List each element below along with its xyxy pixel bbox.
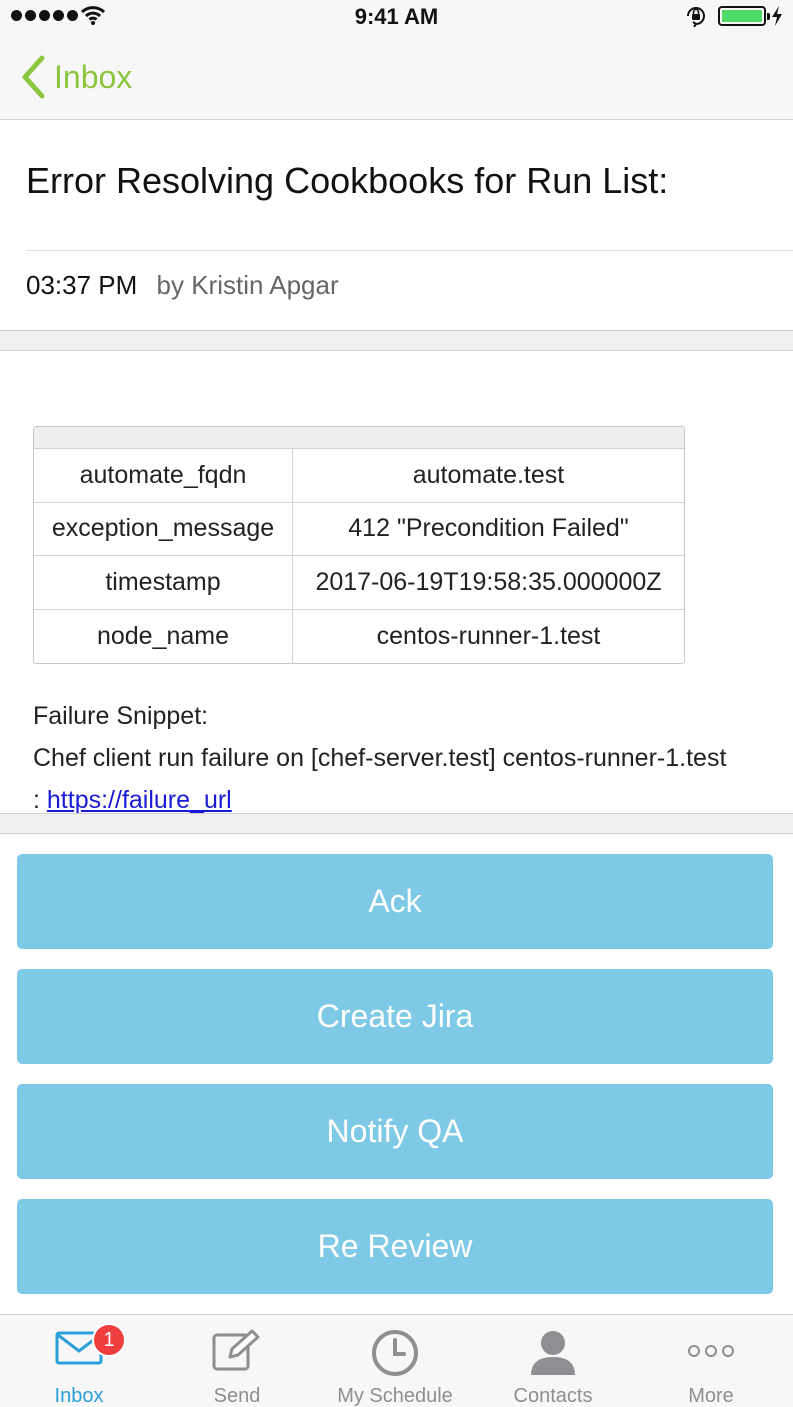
snippet-heading: Failure Snippet: bbox=[33, 702, 209, 730]
divider bbox=[26, 250, 793, 251]
tab-my-schedule[interactable]: My Schedule bbox=[316, 1315, 474, 1407]
more-icon bbox=[688, 1345, 734, 1357]
table-cell-key: timestamp bbox=[34, 556, 293, 609]
back-button[interactable]: Inbox bbox=[20, 54, 132, 100]
tab-label: Inbox bbox=[54, 1385, 104, 1407]
charging-icon bbox=[772, 6, 782, 26]
message-time: 03:37 PM bbox=[26, 270, 138, 300]
compose-icon bbox=[212, 1329, 260, 1371]
tab-label: Send bbox=[213, 1385, 261, 1407]
table-row: automate_fqdn automate.test bbox=[34, 449, 684, 503]
snippet-body: Chef client run failure on [chef-server.… bbox=[33, 737, 733, 821]
table-cell-key: exception_message bbox=[34, 502, 293, 555]
re-review-button[interactable]: Re Review bbox=[17, 1199, 773, 1294]
tab-label: Contacts bbox=[513, 1385, 593, 1407]
create-jira-button[interactable]: Create Jira bbox=[17, 969, 773, 1064]
clock-icon bbox=[372, 1330, 418, 1376]
tab-more[interactable]: More bbox=[632, 1315, 790, 1407]
table-cell-key: node_name bbox=[34, 609, 293, 663]
table-cell-value: automate.test bbox=[412, 460, 565, 489]
table-header bbox=[34, 427, 684, 449]
tab-contacts[interactable]: Contacts bbox=[474, 1315, 632, 1407]
rotation-lock-icon bbox=[687, 7, 705, 27]
tab-send[interactable]: Send bbox=[158, 1315, 316, 1407]
tab-inbox[interactable]: 1 Inbox bbox=[0, 1315, 158, 1407]
table-cell-value: 412 "Precondition Failed" bbox=[348, 514, 629, 543]
message-meta: 03:37 PM by Kristin Apgar bbox=[26, 270, 339, 301]
tab-label: More bbox=[688, 1385, 734, 1407]
table-cell-key: automate_fqdn bbox=[34, 449, 293, 502]
ack-button[interactable]: Ack bbox=[17, 854, 773, 949]
status-time: 9:41 AM bbox=[354, 4, 439, 29]
table-row: exception_message 412 "Precondition Fail… bbox=[34, 502, 684, 556]
tab-label: My Schedule bbox=[337, 1385, 453, 1407]
table-cell-value: centos-runner-1.test bbox=[376, 621, 601, 650]
table-cell-value: 2017-06-19T19:58:35.000000Z bbox=[315, 567, 662, 596]
section-separator bbox=[0, 813, 793, 834]
details-table: automate_fqdn automate.test exception_me… bbox=[33, 426, 685, 664]
status-bar: 9:41 AM bbox=[0, 0, 793, 34]
person-icon bbox=[531, 1331, 575, 1375]
battery-icon bbox=[718, 6, 770, 26]
action-buttons: Ack Create Jira Notify QA Re Review bbox=[0, 834, 793, 1314]
back-label: Inbox bbox=[54, 58, 133, 95]
message-title: Error Resolving Cookbooks for Run List: bbox=[26, 160, 669, 201]
notify-qa-button[interactable]: Notify QA bbox=[17, 1084, 773, 1179]
tab-bar: 1 Inbox Send My Schedule Contacts More bbox=[0, 1314, 793, 1407]
chevron-left-icon bbox=[22, 55, 45, 99]
table-row: node_name centos-runner-1.test bbox=[34, 609, 684, 663]
table-row: timestamp 2017-06-19T19:58:35.000000Z bbox=[34, 556, 684, 610]
unread-badge: 1 bbox=[92, 1323, 126, 1357]
failure-snippet: Failure Snippet: Chef client run failure… bbox=[33, 695, 733, 821]
navigation-bar: Inbox bbox=[0, 34, 793, 120]
message-author: by Kristin Apgar bbox=[156, 270, 339, 300]
failure-url-link[interactable]: https://failure_url bbox=[47, 786, 232, 814]
section-separator bbox=[0, 330, 793, 351]
